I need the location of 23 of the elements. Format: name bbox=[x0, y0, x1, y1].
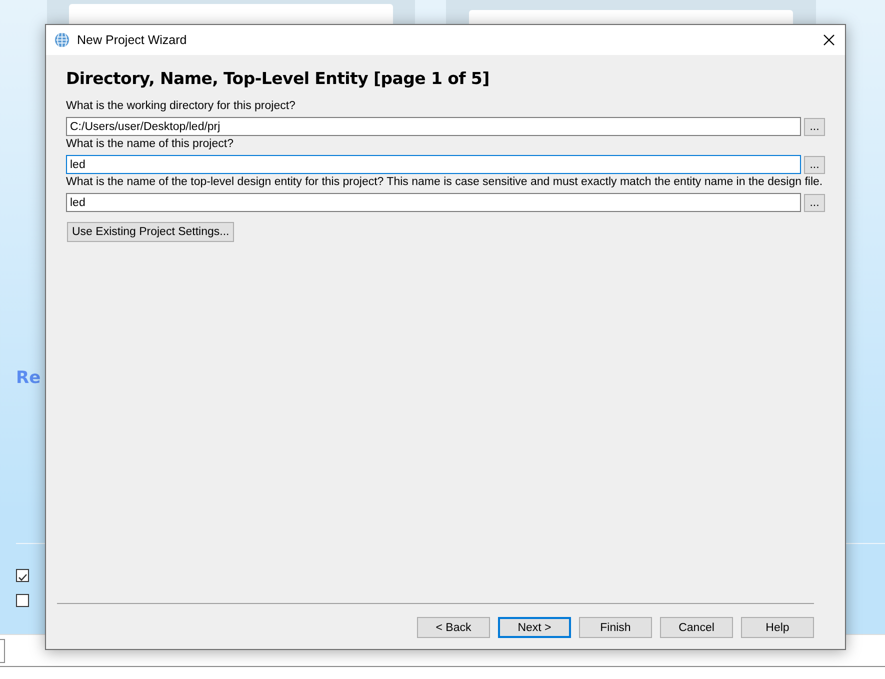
globe-icon bbox=[54, 32, 70, 48]
input-field[interactable] bbox=[0, 639, 5, 663]
window-title: New Project Wizard bbox=[77, 33, 188, 47]
field-label: What is the name of this project? bbox=[66, 138, 234, 152]
field-label: What is the name of the top-level design entity for this project? This name is case sensitive and must exactly match the entity name in the design file. bbox=[66, 176, 824, 190]
dialog-button[interactable]: Finish bbox=[579, 617, 652, 638]
use-existing-settings-button[interactable]: Use Existing Project Settings... bbox=[67, 222, 234, 242]
dialog-button[interactable]: Next > bbox=[498, 617, 571, 638]
page-heading: Directory, Name, Top-Level Entity [page 1 of 5] bbox=[66, 69, 490, 88]
field-label: What is the working directory for this project? bbox=[66, 100, 296, 114]
checkbox[interactable] bbox=[16, 569, 29, 582]
dialog-button[interactable]: Cancel bbox=[660, 617, 733, 638]
input-field[interactable]: led bbox=[66, 193, 801, 212]
dialog-button[interactable]: < Back bbox=[417, 617, 490, 638]
section-heading: Re bbox=[16, 368, 41, 388]
close-icon[interactable] bbox=[823, 34, 835, 46]
input-field[interactable]: C:/Users/user/Desktop/led/prj bbox=[66, 117, 801, 136]
dialog-button[interactable]: Help bbox=[741, 617, 814, 638]
browse-button[interactable]: ... bbox=[804, 156, 825, 174]
browse-button[interactable]: ... bbox=[804, 194, 825, 212]
checkbox[interactable] bbox=[16, 594, 29, 607]
browse-button[interactable]: ... bbox=[804, 118, 825, 136]
input-field[interactable]: led bbox=[66, 155, 801, 174]
